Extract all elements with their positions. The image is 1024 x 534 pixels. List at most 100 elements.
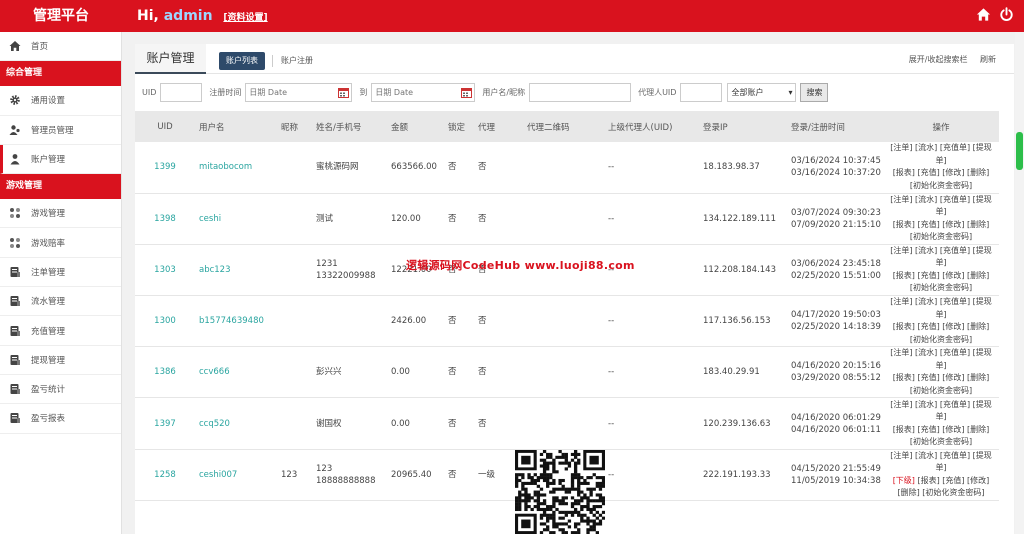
subordinate-link[interactable]: [下级] <box>893 476 915 485</box>
uid-cell[interactable]: 1398 <box>135 193 195 245</box>
table-row: 1397 ccq520 谢国权 0.00 否 否 -- 120.239.136.… <box>135 397 999 450</box>
actions-cell[interactable]: [注单] [流水] [充值单] [提现单] [报表] [充值] [修改] [删除]… <box>883 244 999 297</box>
nickname-cell <box>277 142 312 194</box>
sidebar-item-bets[interactable]: 注单管理 <box>0 258 121 288</box>
col-amount: 金额 <box>387 111 444 142</box>
uid-cell[interactable]: 1397 <box>135 397 195 450</box>
actions-cell[interactable]: [注单] [流水] [充值单] [提现单] [报表] [充值] [修改] [删除]… <box>883 397 999 450</box>
name-phone-cell: 1231 13322009988 <box>312 244 387 297</box>
username-cell[interactable]: ceshi007 <box>195 449 277 501</box>
uid-cell[interactable]: 1386 <box>135 346 195 399</box>
username-cell[interactable]: ccv666 <box>195 346 277 399</box>
action-links-1[interactable]: [注单] [流水] [充值单] [提现单] <box>885 450 997 475</box>
date-to-input[interactable] <box>371 82 476 102</box>
amount-cell: 0.00 <box>387 397 444 450</box>
action-links-2[interactable]: [报表] [充值] [修改] [删除] <box>885 167 997 180</box>
actions-cell[interactable]: [注单] [流水] [充值单] [提现单] [下级] [报表] [充值] [修改]… <box>883 449 999 501</box>
account-type-select[interactable]: 全部账户 ▾ <box>727 82 797 102</box>
action-links-1[interactable]: [注单] [流水] [充值单] [提现单] <box>885 142 997 167</box>
action-links-3[interactable]: [初始化资金密码] <box>885 385 997 398</box>
sidebar-item-flow[interactable]: 流水管理 <box>0 287 121 317</box>
action-links-3[interactable]: [初始化资金密码] <box>885 334 997 347</box>
sidebar-item-settings[interactable]: 通用设置 <box>0 86 121 116</box>
sidebar-item-label: 管理员管理 <box>31 125 74 136</box>
greeting-hi: Hi, <box>137 8 159 24</box>
search-button[interactable]: 搜索 <box>800 82 829 102</box>
action-links-3[interactable]: [删除] [初始化资金密码] <box>885 487 997 500</box>
nickname-cell <box>277 346 312 399</box>
calendar-icon[interactable] <box>461 87 473 98</box>
uid-cell[interactable]: 1258 <box>135 449 195 501</box>
table-header-row: UID 用户名 昵称 姓名/手机号 金额 锁定 代理 代理二维码 上级代理人(U… <box>135 111 999 142</box>
action-links-2[interactable]: [报表] [充值] [修改] [删除] <box>885 424 997 437</box>
calendar-icon[interactable] <box>338 87 350 98</box>
username-cell[interactable]: ceshi <box>195 193 277 245</box>
uid-cell[interactable]: 1300 <box>135 295 195 348</box>
date-from-input[interactable] <box>245 82 353 102</box>
profile-settings-link[interactable]: [资料设置] <box>223 13 267 23</box>
nickname-cell <box>277 244 312 297</box>
action-links-1[interactable]: [注单] [流水] [充值单] [提现单] <box>885 194 997 219</box>
sidebar-item-recharge[interactable]: 充值管理 <box>0 316 121 346</box>
sidebar-item-odds[interactable]: 游戏赔率 <box>0 228 121 258</box>
login-ip-cell: 120.239.136.63 <box>699 397 787 450</box>
toggle-search-link[interactable]: 展开/收起搜索栏 <box>909 55 968 64</box>
action-links-2[interactable]: [下级] [报表] [充值] [修改] <box>885 475 997 488</box>
username-cell[interactable]: ccq520 <box>195 397 277 450</box>
time-cell: 03/06/2024 23:45:18 02/25/2020 15:51:00 <box>787 244 883 297</box>
sidebar-item-games[interactable]: 游戏管理 <box>0 199 121 229</box>
scrollbar-thumb[interactable] <box>1016 132 1023 170</box>
watermark-text: 逻辑源码网CodeHub www.luoji88.com <box>406 259 635 272</box>
parent-agent-cell: -- <box>604 295 699 348</box>
sidebar-item-label: 流水管理 <box>31 297 66 308</box>
actions-cell[interactable]: [注单] [流水] [充值单] [提现单] [报表] [充值] [修改] [删除]… <box>883 295 999 348</box>
username-cell[interactable]: mitaobocom <box>195 142 277 194</box>
action-links-3[interactable]: [初始化资金密码] <box>885 436 997 449</box>
accounts-table: UID 用户名 昵称 姓名/手机号 金额 锁定 代理 代理二维码 上级代理人(U… <box>135 111 999 501</box>
action-links-2[interactable]: [报表] [充值] [修改] [删除] <box>885 372 997 385</box>
actions-cell[interactable]: [注单] [流水] [充值单] [提现单] [报表] [充值] [修改] [删除]… <box>883 346 999 399</box>
action-links-3[interactable]: [初始化资金密码] <box>885 282 997 295</box>
table-row: 1399 mitaobocom 蜜桃源码网 663566.00 否 否 -- 1… <box>135 142 999 194</box>
register-time: 03/29/2020 08:55:12 <box>791 373 881 384</box>
sidebar-item-profit-report[interactable]: 盈亏报表 <box>0 404 121 434</box>
action-links-3[interactable]: [初始化资金密码] <box>885 231 997 244</box>
uid-label: UID <box>142 87 157 97</box>
action-links-1[interactable]: [注单] [流水] [充值单] [提现单] <box>885 399 997 424</box>
home-icon[interactable] <box>976 7 991 22</box>
action-links-1[interactable]: [注单] [流水] [充值单] [提现单] <box>885 347 997 372</box>
name-phone-cell: 彭兴兴 <box>312 346 387 399</box>
tab-account-register[interactable]: 账户注册 <box>281 52 313 70</box>
agent-qr-cell <box>523 295 604 348</box>
actions-cell[interactable]: [注单] [流水] [充值单] [提现单] [报表] [充值] [修改] [删除]… <box>883 142 999 194</box>
action-links-3[interactable]: [初始化资金密码] <box>885 180 997 193</box>
sidebar-item-admins[interactable]: 管理员管理 <box>0 116 121 145</box>
sidebar-item-profit-stats[interactable]: 盈亏统计 <box>0 375 121 405</box>
agent-uid-input[interactable] <box>680 82 723 102</box>
power-icon[interactable] <box>999 7 1014 22</box>
uid-input[interactable] <box>160 82 203 102</box>
action-links-1[interactable]: [注单] [流水] [充值单] [提现单] <box>885 296 997 321</box>
action-links-2[interactable]: [报表] [充值] [修改] [删除] <box>885 321 997 334</box>
action-links-2[interactable]: [报表] [充值] [修改] [删除] <box>885 219 997 232</box>
refresh-link[interactable]: 刷新 <box>980 55 996 64</box>
sidebar-item-withdraw[interactable]: 提现管理 <box>0 346 121 375</box>
parent-agent-cell: -- <box>604 449 699 501</box>
tab-account-list[interactable]: 账户列表 <box>219 52 265 70</box>
action-links-1[interactable]: [注单] [流水] [充值单] [提现单] <box>885 245 997 270</box>
uid-cell[interactable]: 1399 <box>135 142 195 194</box>
sidebar-item-accounts[interactable]: 账户管理 <box>0 144 121 175</box>
amount-cell: 663566.00 <box>387 142 444 194</box>
action-links-2-text[interactable]: [报表] [充值] [修改] <box>917 476 989 485</box>
action-links-2[interactable]: [报表] [充值] [修改] [删除] <box>885 270 997 283</box>
sidebar-group-general: 综合管理 <box>0 61 121 87</box>
uid-cell[interactable]: 1303 <box>135 244 195 297</box>
actions-cell[interactable]: [注单] [流水] [充值单] [提现单] [报表] [充值] [修改] [删除]… <box>883 193 999 245</box>
time-cell: 04/15/2020 21:55:49 11/05/2019 10:34:38 <box>787 449 883 501</box>
login-ip-cell: 134.122.189.111 <box>699 193 787 245</box>
sidebar-item-home[interactable]: 首页 <box>0 32 121 62</box>
page-scrollbar[interactable] <box>1015 32 1024 534</box>
username-input[interactable] <box>529 82 632 102</box>
username-cell[interactable]: abc123 <box>195 244 277 297</box>
username-cell[interactable]: b15774639480 <box>195 295 277 348</box>
